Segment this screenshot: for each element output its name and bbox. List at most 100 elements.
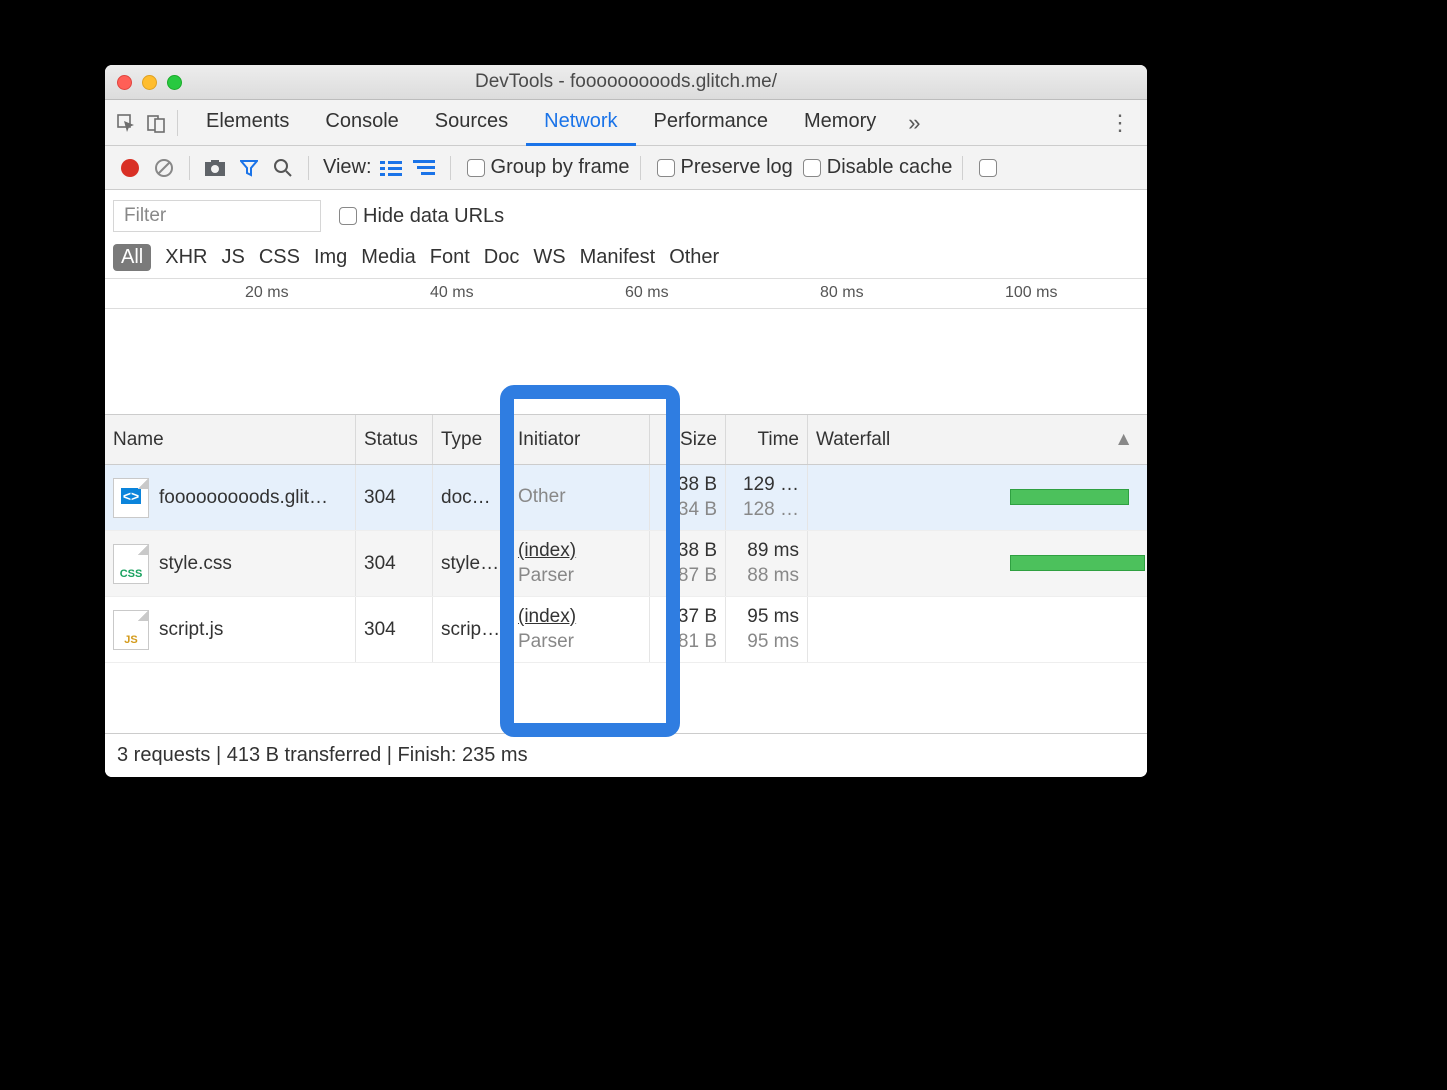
column-time[interactable]: Time (726, 415, 808, 464)
separator (962, 156, 963, 180)
status-code: 304 (364, 553, 396, 575)
resource-type: doc… (441, 487, 491, 509)
tab-console[interactable]: Console (307, 100, 416, 146)
filter-type-xhr[interactable]: XHR (165, 246, 207, 269)
filter-type-css[interactable]: CSS (259, 246, 300, 269)
transfer-size: 138 B (667, 539, 717, 564)
transfer-size: 137 B (667, 605, 717, 630)
timeline-tick: 40 ms (430, 284, 474, 302)
timeline-tick: 60 ms (625, 284, 669, 302)
initiator-link[interactable]: (index) (518, 605, 641, 630)
record-button[interactable] (115, 153, 145, 183)
tab-memory[interactable]: Memory (786, 100, 894, 146)
column-waterfall[interactable]: Waterfall▲ (808, 415, 1147, 464)
timeline-tick: 100 ms (1005, 284, 1057, 302)
capture-screenshots-icon[interactable] (200, 153, 230, 183)
settings-menu-icon[interactable]: ⋮ (1099, 110, 1141, 136)
waterfall-cell (816, 597, 1139, 662)
request-name: script.js (159, 619, 223, 641)
filter-bar: Filter Hide data URLs All XHR JS CSS Img… (105, 190, 1147, 279)
table-row[interactable]: JS script.js 304 scrip… (index)Parser 13… (105, 597, 1147, 663)
total-time: 95 ms (747, 605, 799, 630)
hide-data-urls-checkbox[interactable]: Hide data URLs (339, 205, 504, 228)
status-code: 304 (364, 487, 396, 509)
view-label: View: (323, 156, 372, 179)
waterfall-cell (816, 465, 1139, 530)
separator (177, 110, 178, 136)
initiator-sub: Parser (518, 630, 641, 655)
table-row[interactable]: <> fooooooooods.glit… 304 doc… Other 138… (105, 465, 1147, 531)
clear-button[interactable] (149, 153, 179, 183)
timeline-overview[interactable]: 20 ms 40 ms 60 ms 80 ms 100 ms (105, 279, 1147, 415)
filter-type-media[interactable]: Media (361, 246, 415, 269)
tab-performance[interactable]: Performance (636, 100, 787, 146)
panel-tabs: Elements Console Sources Network Perform… (188, 100, 934, 146)
request-name: style.css (159, 553, 232, 575)
initiator-text: Other (518, 485, 641, 510)
inspect-element-icon[interactable] (111, 108, 141, 138)
overview-toggle-icon[interactable] (410, 153, 440, 183)
latency-time: 88 ms (747, 564, 799, 589)
resource-size: 81 B (678, 630, 717, 655)
sort-indicator-icon: ▲ (1114, 429, 1133, 451)
latency-time: 128 … (743, 498, 799, 523)
devtools-window: DevTools - fooooooooods.glitch.me/ Eleme… (105, 65, 1147, 777)
tab-elements[interactable]: Elements (188, 100, 307, 146)
hide-data-urls-label: Hide data URLs (363, 205, 504, 228)
file-type-icon: JS (113, 610, 149, 650)
timeline-ruler: 20 ms 40 ms 60 ms 80 ms 100 ms (105, 279, 1147, 309)
column-initiator[interactable]: Initiator (510, 415, 650, 464)
tab-sources[interactable]: Sources (417, 100, 526, 146)
separator (189, 156, 190, 180)
filter-type-img[interactable]: Img (314, 246, 347, 269)
filter-toggle-icon[interactable] (234, 153, 264, 183)
column-size[interactable]: Size (650, 415, 726, 464)
filter-type-all[interactable]: All (113, 244, 151, 271)
table-row[interactable]: CSS style.css 304 style… (index)Parser 1… (105, 531, 1147, 597)
requests-table: Name Status Type Initiator Size Time Wat… (105, 415, 1147, 733)
resource-size: 734 B (667, 498, 717, 523)
column-type[interactable]: Type (433, 415, 510, 464)
disable-cache-checkbox[interactable]: Disable cache (803, 156, 953, 179)
timeline-tick: 20 ms (245, 284, 289, 302)
large-rows-icon[interactable] (376, 153, 406, 183)
resource-size: 287 B (667, 564, 717, 589)
filter-type-font[interactable]: Font (430, 246, 470, 269)
group-by-frame-label: Group by frame (491, 156, 630, 179)
offline-checkbox[interactable] (979, 159, 997, 177)
filter-type-doc[interactable]: Doc (484, 246, 520, 269)
waterfall-bar (1010, 555, 1146, 571)
filter-type-js[interactable]: JS (221, 246, 244, 269)
column-name[interactable]: Name (105, 415, 356, 464)
initiator-link[interactable]: (index) (518, 539, 641, 564)
waterfall-bar (1010, 489, 1130, 505)
file-type-icon: <> (113, 478, 149, 518)
total-time: 129 … (743, 473, 799, 498)
search-icon[interactable] (268, 153, 298, 183)
preserve-log-checkbox[interactable]: Preserve log (657, 156, 793, 179)
request-name: fooooooooods.glit… (159, 487, 328, 509)
network-toolbar: View: Group by frame Preserve log Disabl… (105, 146, 1147, 190)
separator (308, 156, 309, 180)
column-status[interactable]: Status (356, 415, 433, 464)
summary-text: 3 requests | 413 B transferred | Finish:… (117, 744, 528, 767)
window-title: DevTools - fooooooooods.glitch.me/ (105, 71, 1147, 93)
total-time: 89 ms (747, 539, 799, 564)
resource-type-filters: All XHR JS CSS Img Media Font Doc WS Man… (113, 236, 1139, 278)
separator (640, 156, 641, 180)
filter-input[interactable]: Filter (113, 200, 321, 232)
filter-type-ws[interactable]: WS (533, 246, 565, 269)
separator (450, 156, 451, 180)
device-toolbar-icon[interactable] (141, 108, 171, 138)
filter-type-other[interactable]: Other (669, 246, 719, 269)
status-code: 304 (364, 619, 396, 641)
waterfall-cell (816, 531, 1139, 596)
table-header: Name Status Type Initiator Size Time Wat… (105, 415, 1147, 465)
filter-type-manifest[interactable]: Manifest (580, 246, 656, 269)
latency-time: 95 ms (747, 630, 799, 655)
tab-network[interactable]: Network (526, 100, 635, 146)
resource-type: style… (441, 553, 499, 575)
tabs-overflow-button[interactable]: » (894, 100, 934, 146)
group-by-frame-checkbox[interactable]: Group by frame (467, 156, 630, 179)
initiator-sub: Parser (518, 564, 641, 589)
